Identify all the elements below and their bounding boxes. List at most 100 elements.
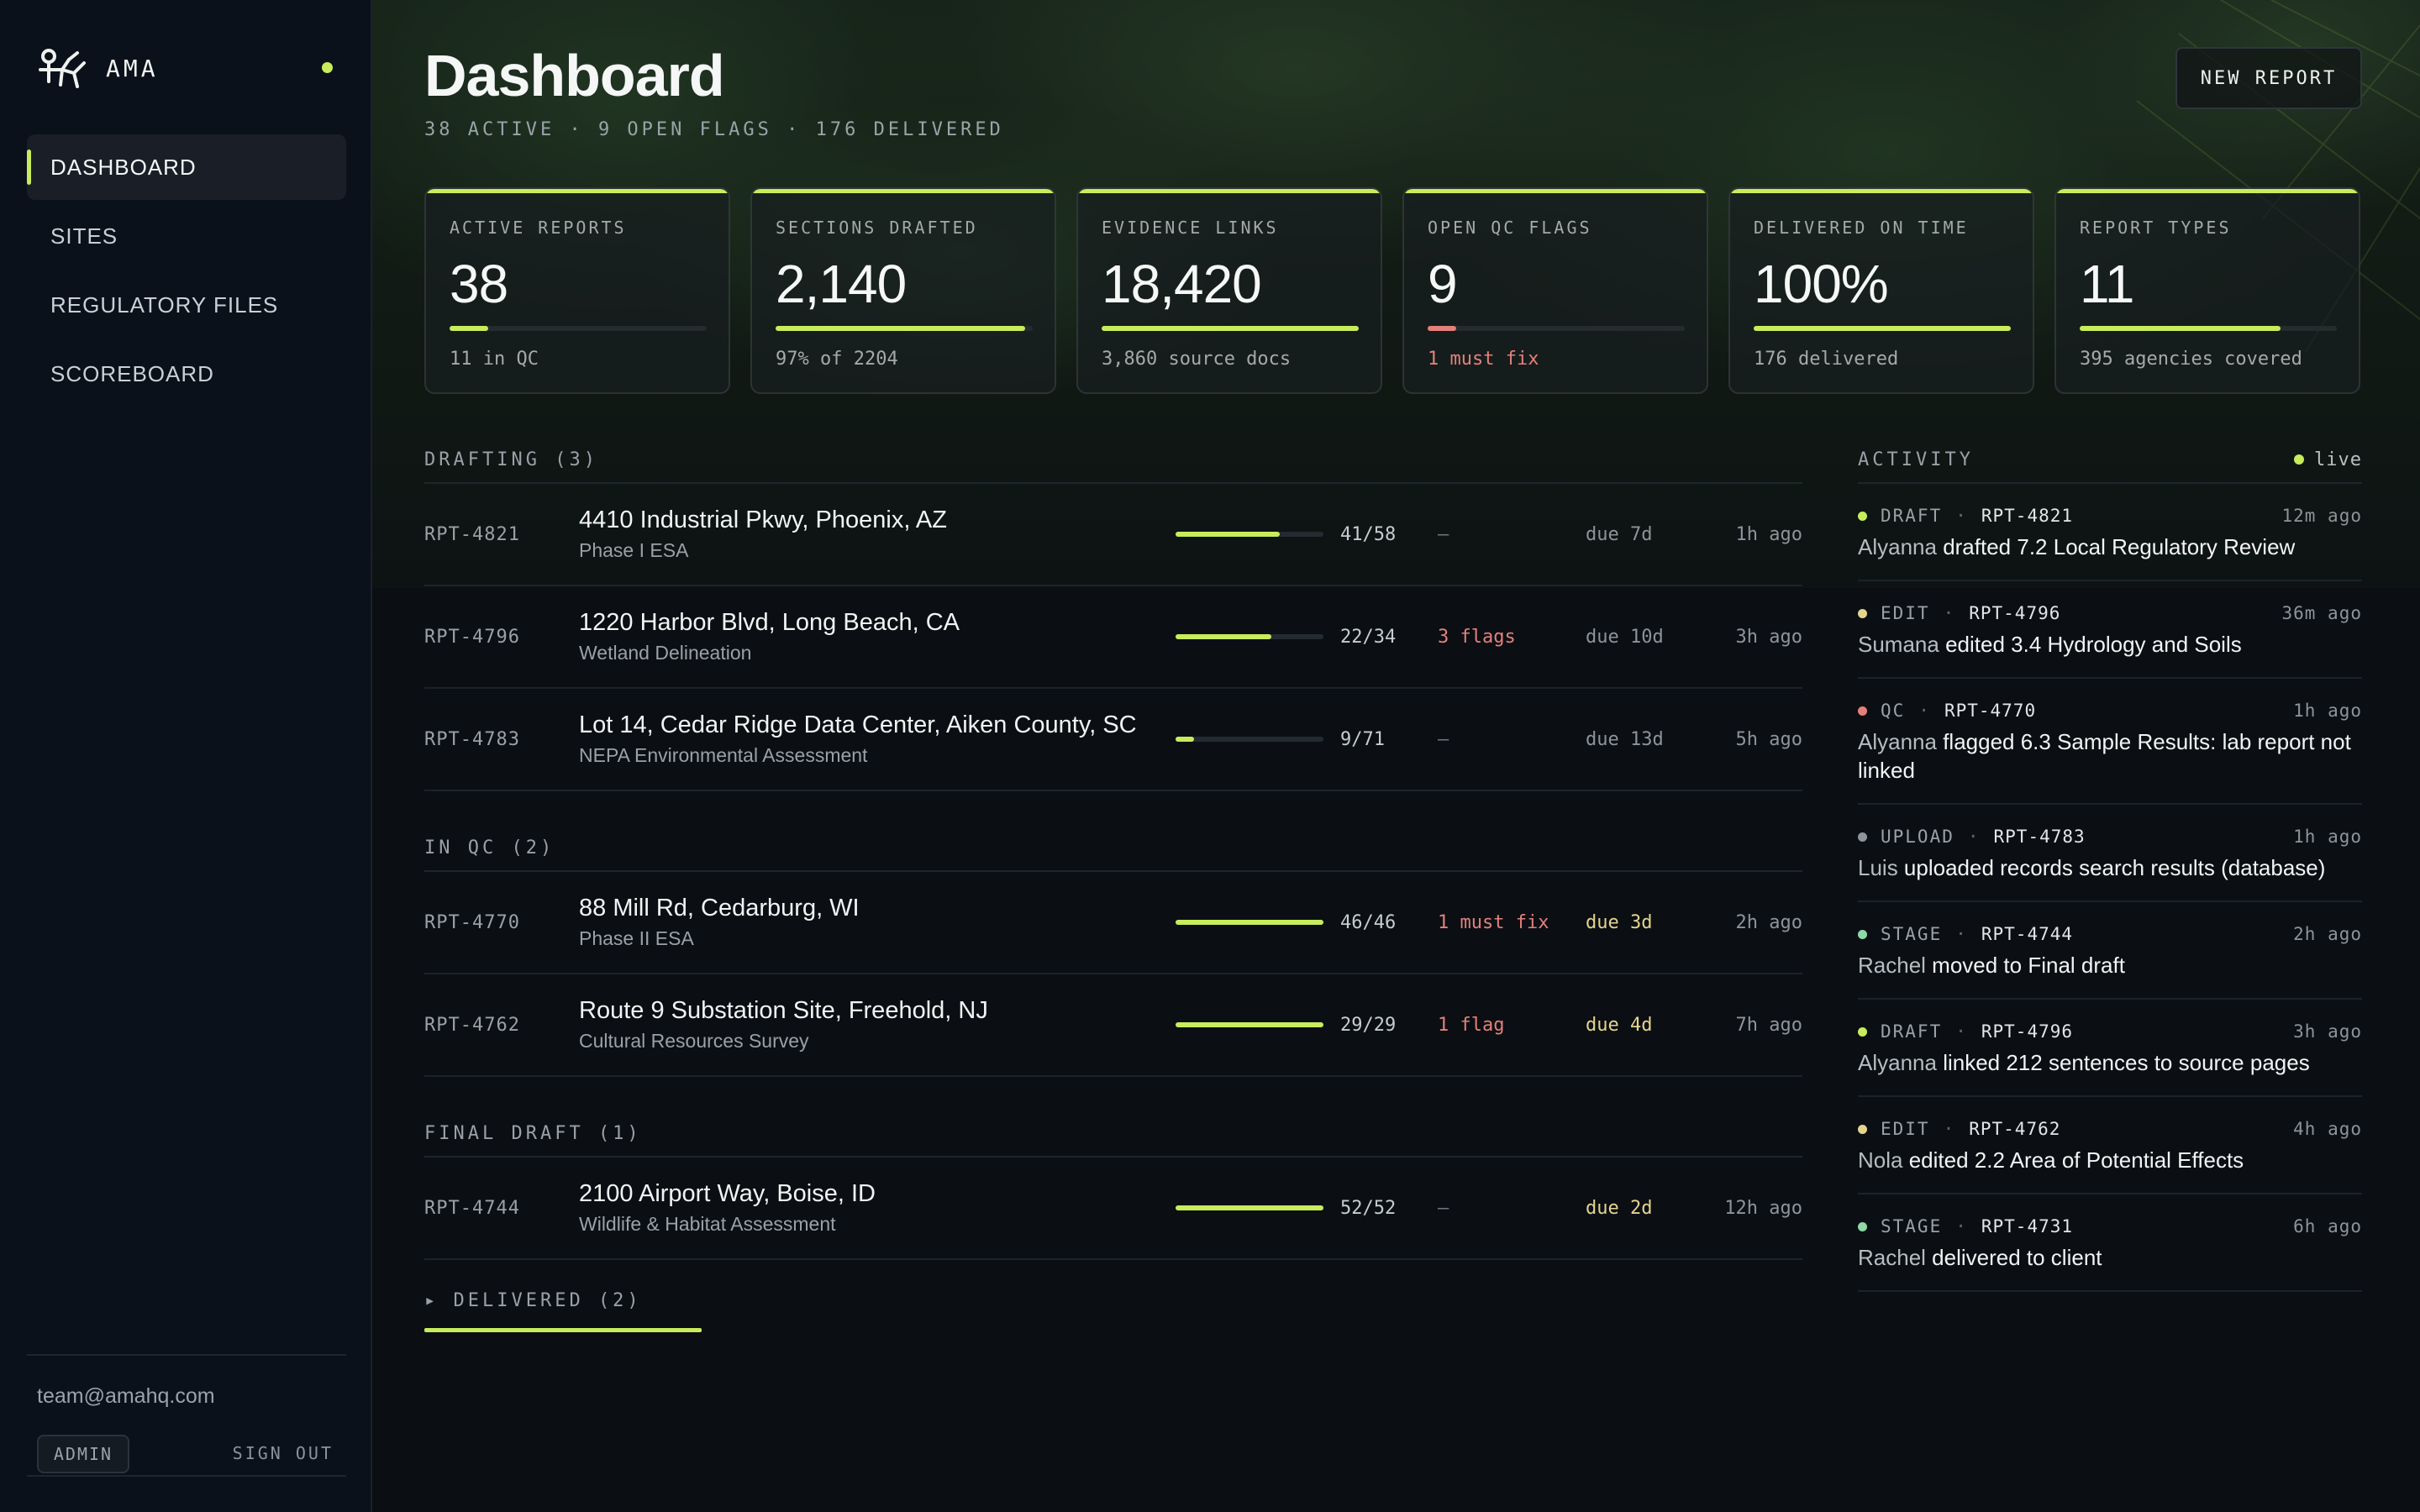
page-title: Dashboard — [424, 43, 725, 108]
activity-time: 2h ago — [2293, 924, 2362, 944]
stat-label: DELIVERED ON TIME — [1754, 218, 1969, 238]
stat-value: 11 — [2080, 254, 2134, 314]
report-id: RPT-4783 — [424, 728, 520, 750]
sidebar-divider — [27, 1354, 346, 1356]
status-dot — [322, 62, 333, 73]
report-title: Route 9 Substation Site, Freehold, NJ — [579, 997, 988, 1024]
report-updated: 1h ago — [1735, 523, 1802, 545]
stat-note: 3,860 source docs — [1102, 349, 1292, 370]
stat-progress-track — [1754, 326, 2011, 331]
report-progress-fill — [1176, 634, 1271, 639]
group-header-in-qc: IN QC (2) — [424, 825, 1802, 872]
separator: · — [1943, 603, 1956, 623]
live-dot-icon — [2294, 454, 2305, 465]
activity-actor: Luis — [1858, 855, 1898, 880]
nav-item-regulatory-files[interactable]: REGULATORY FILES — [27, 272, 346, 338]
activity-item[interactable]: UPLOAD · RPT-4783 1h ago Luis uploaded r… — [1858, 805, 2362, 902]
stat-progress-fill — [1102, 326, 1359, 331]
report-row[interactable]: RPT-4762 Route 9 Substation Site, Freeho… — [424, 974, 1802, 1077]
activity-actor: Rachel — [1858, 953, 1926, 978]
brand[interactable]: AMA — [37, 42, 159, 94]
separator: · — [1955, 924, 1968, 944]
report-title: Lot 14, Cedar Ridge Data Center, Aiken C… — [579, 711, 1137, 738]
activity-action: edited 3.4 Hydrology and Soils — [1939, 632, 2242, 657]
separator: · — [1943, 1119, 1956, 1139]
report-section-count: 29/29 — [1340, 1014, 1397, 1036]
report-info: 88 Mill Rd, Cedarburg, WI Phase II ESA — [579, 895, 1176, 950]
activity-item[interactable]: STAGE · RPT-4731 6h ago Rachel delivered… — [1858, 1194, 2362, 1292]
delivered-group-toggle[interactable]: ▸ DELIVERED (2) — [424, 1268, 1802, 1332]
activity-meta: QC · RPT-4770 1h ago — [1858, 701, 2362, 721]
report-flags: — — [1438, 728, 1449, 750]
activity-kind-dot-icon — [1858, 832, 1867, 842]
report-row[interactable]: RPT-4783 Lot 14, Cedar Ridge Data Center… — [424, 689, 1802, 791]
activity-item[interactable]: DRAFT · RPT-4821 12m ago Alyanna drafted… — [1858, 484, 2362, 581]
report-row[interactable]: RPT-4770 88 Mill Rd, Cedarburg, WI Phase… — [424, 872, 1802, 974]
activity-meta: STAGE · RPT-4744 2h ago — [1858, 924, 2362, 944]
new-report-button[interactable]: NEW REPORT — [2175, 47, 2362, 109]
activity-time: 36m ago — [2281, 603, 2362, 623]
activity-item[interactable]: QC · RPT-4770 1h ago Alyanna flagged 6.3… — [1858, 679, 2362, 805]
activity-text: Nola edited 2.2 Area of Potential Effect… — [1858, 1146, 2362, 1174]
report-type: Wetland Delineation — [579, 642, 752, 664]
report-updated: 7h ago — [1735, 1014, 1802, 1036]
activity-report-id: RPT-4796 — [1981, 1021, 2074, 1042]
activity-action: uploaded records search results (databas… — [1897, 855, 2326, 880]
activity-report-id: RPT-4796 — [1969, 603, 2061, 623]
activity-action: delivered to client — [1925, 1245, 2102, 1270]
activity-meta: DRAFT · RPT-4821 12m ago — [1858, 506, 2362, 526]
report-progress-bar — [1176, 920, 1323, 925]
nav-item-dashboard[interactable]: DASHBOARD — [27, 134, 346, 200]
brand-name: AMA — [106, 54, 159, 82]
report-flags: 1 must fix — [1438, 911, 1549, 933]
stat-progress-track — [2080, 326, 2337, 331]
report-updated: 5h ago — [1735, 728, 1802, 750]
report-row[interactable]: RPT-4821 4410 Industrial Pkwy, Phoenix, … — [424, 484, 1802, 586]
activity-text: Alyanna linked 212 sentences to source p… — [1858, 1048, 2362, 1077]
activity-text: Luis uploaded records search results (da… — [1858, 853, 2362, 882]
stat-card-active-reports[interactable]: ACTIVE REPORTS 38 11 in QC — [424, 187, 730, 394]
report-pipeline: DRAFTING (3) RPT-4821 4410 Industrial Pk… — [424, 437, 1802, 1332]
activity-item[interactable]: EDIT · RPT-4796 36m ago Sumana edited 3.… — [1858, 581, 2362, 679]
stat-progress-track — [450, 326, 707, 331]
nav-item-sites[interactable]: SITES — [27, 203, 346, 269]
sign-out-button[interactable]: SIGN OUT — [233, 1443, 334, 1463]
activity-item[interactable]: STAGE · RPT-4744 2h ago Rachel moved to … — [1858, 902, 2362, 1000]
stat-card-evidence-links[interactable]: EVIDENCE LINKS 18,420 3,860 source docs — [1076, 187, 1382, 394]
stat-label: REPORT TYPES — [2080, 218, 2232, 238]
activity-action: drafted 7.2 Local Regulatory Review — [1936, 534, 2296, 559]
stat-note: 11 in QC — [450, 349, 539, 370]
report-row[interactable]: RPT-4796 1220 Harbor Blvd, Long Beach, C… — [424, 586, 1802, 689]
page-subtitle: 38 ACTIVE · 9 OPEN FLAGS · 176 DELIVERED — [424, 119, 1004, 140]
activity-actor: Alyanna — [1858, 534, 1937, 559]
live-indicator: live — [2294, 449, 2362, 470]
activity-item[interactable]: DRAFT · RPT-4796 3h ago Alyanna linked 2… — [1858, 1000, 2362, 1097]
activity-item[interactable]: EDIT · RPT-4762 4h ago Nola edited 2.2 A… — [1858, 1097, 2362, 1194]
activity-report-id: RPT-4783 — [1993, 827, 2086, 847]
report-progress-bar — [1176, 1022, 1323, 1027]
activity-actor: Nola — [1858, 1147, 1903, 1173]
report-progress-fill — [1176, 1205, 1323, 1210]
report-title: 2100 Airport Way, Boise, ID — [579, 1180, 876, 1207]
report-section-count: 52/52 — [1340, 1197, 1397, 1219]
report-row[interactable]: RPT-4744 2100 Airport Way, Boise, ID Wil… — [424, 1158, 1802, 1260]
report-info: 4410 Industrial Pkwy, Phoenix, AZ Phase … — [579, 507, 1176, 562]
stat-card-delivered-on-time[interactable]: DELIVERED ON TIME 100% 176 delivered — [1728, 187, 2034, 394]
nav-item-scoreboard[interactable]: SCOREBOARD — [27, 341, 346, 407]
stat-value: 9 — [1428, 254, 1458, 314]
activity-kind: STAGE — [1881, 924, 1943, 944]
report-title: 1220 Harbor Blvd, Long Beach, CA — [579, 609, 960, 636]
stat-value: 18,420 — [1102, 254, 1262, 314]
activity-kind-dot-icon — [1858, 1124, 1867, 1134]
report-due: due 3d — [1586, 911, 1653, 933]
report-flags: — — [1438, 523, 1449, 545]
stat-card-open-qc-flags[interactable]: OPEN QC FLAGS 9 1 must fix — [1402, 187, 1708, 394]
stat-card-sections-drafted[interactable]: SECTIONS DRAFTED 2,140 97% of 2204 — [750, 187, 1056, 394]
report-id: RPT-4821 — [424, 523, 520, 545]
stat-card-report-types[interactable]: REPORT TYPES 11 395 agencies covered — [2054, 187, 2360, 394]
activity-action: moved to Final draft — [1925, 953, 2125, 978]
report-due: due 13d — [1586, 728, 1664, 750]
activity-meta: EDIT · RPT-4796 36m ago — [1858, 603, 2362, 623]
activity-meta: STAGE · RPT-4731 6h ago — [1858, 1216, 2362, 1236]
stat-note: 395 agencies covered — [2080, 349, 2302, 370]
